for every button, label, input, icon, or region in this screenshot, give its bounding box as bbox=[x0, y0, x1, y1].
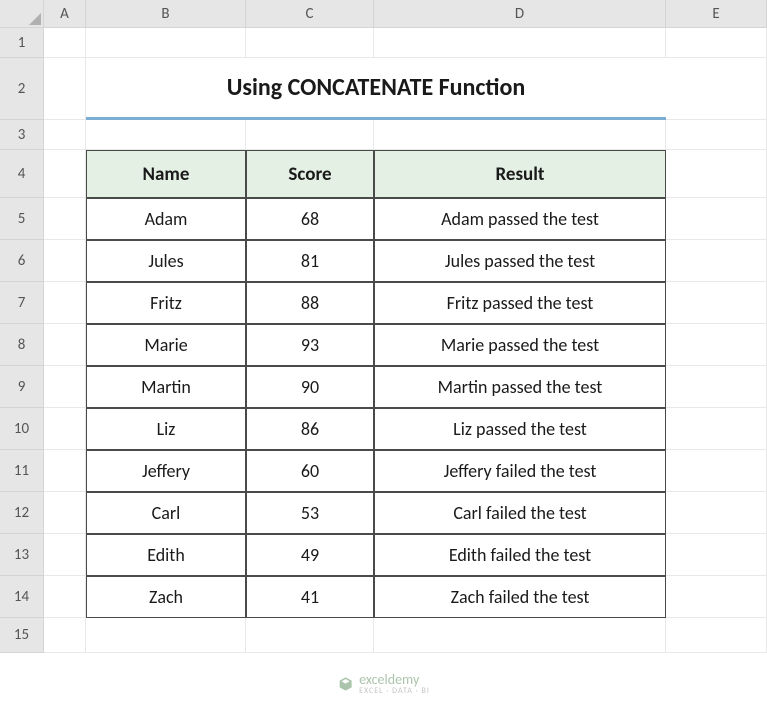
cell-b3[interactable] bbox=[86, 120, 246, 150]
table-cell-name[interactable]: Adam bbox=[86, 198, 246, 240]
cell-e13[interactable] bbox=[666, 534, 767, 576]
cell-a6[interactable] bbox=[44, 240, 86, 282]
cell-d1[interactable] bbox=[374, 28, 666, 58]
cell-e12[interactable] bbox=[666, 492, 767, 534]
col-header-e[interactable]: E bbox=[666, 0, 767, 28]
row-header-6[interactable]: 6 bbox=[0, 240, 44, 282]
table-cell-score[interactable]: 49 bbox=[246, 534, 374, 576]
col-header-b[interactable]: B bbox=[86, 0, 246, 28]
table-cell-score[interactable]: 68 bbox=[246, 198, 374, 240]
row-header-14[interactable]: 14 bbox=[0, 576, 44, 618]
table-cell-name[interactable]: Jules bbox=[86, 240, 246, 282]
table-cell-result[interactable]: Edith failed the test bbox=[374, 534, 666, 576]
cell-a13[interactable] bbox=[44, 534, 86, 576]
cell-e7[interactable] bbox=[666, 282, 767, 324]
table-header-name[interactable]: Name bbox=[86, 150, 246, 198]
row-header-8[interactable]: 8 bbox=[0, 324, 44, 366]
table-cell-score[interactable]: 41 bbox=[246, 576, 374, 618]
table-cell-name[interactable]: Martin bbox=[86, 366, 246, 408]
cell-e11[interactable] bbox=[666, 450, 767, 492]
cell-e1[interactable] bbox=[666, 28, 767, 58]
row-header-9[interactable]: 9 bbox=[0, 366, 44, 408]
row-header-11[interactable]: 11 bbox=[0, 450, 44, 492]
cell-a8[interactable] bbox=[44, 324, 86, 366]
table-cell-name[interactable]: Liz bbox=[86, 408, 246, 450]
watermark-tagline: EXCEL · DATA · BI bbox=[359, 687, 430, 695]
col-header-d[interactable]: D bbox=[374, 0, 666, 28]
col-header-a[interactable]: A bbox=[44, 0, 86, 28]
cube-icon bbox=[337, 676, 353, 692]
cell-a1[interactable] bbox=[44, 28, 86, 58]
table-cell-result[interactable]: Martin passed the test bbox=[374, 366, 666, 408]
table-cell-result[interactable]: Jeffery failed the test bbox=[374, 450, 666, 492]
cell-e8[interactable] bbox=[666, 324, 767, 366]
table-cell-result[interactable]: Fritz passed the test bbox=[374, 282, 666, 324]
row-header-7[interactable]: 7 bbox=[0, 282, 44, 324]
cell-b15[interactable] bbox=[86, 618, 246, 653]
title-cell[interactable]: Using CONCATENATE Function bbox=[86, 58, 666, 120]
cell-a11[interactable] bbox=[44, 450, 86, 492]
table-cell-result[interactable]: Carl failed the test bbox=[374, 492, 666, 534]
cell-e6[interactable] bbox=[666, 240, 767, 282]
cell-e15[interactable] bbox=[666, 618, 767, 653]
watermark-brand: exceldemy bbox=[359, 673, 430, 687]
row-header-1[interactable]: 1 bbox=[0, 28, 44, 58]
table-cell-score[interactable]: 93 bbox=[246, 324, 374, 366]
col-header-c[interactable]: C bbox=[246, 0, 374, 28]
cell-e9[interactable] bbox=[666, 366, 767, 408]
cell-a15[interactable] bbox=[44, 618, 86, 653]
table-cell-result[interactable]: Marie passed the test bbox=[374, 324, 666, 366]
cell-e14[interactable] bbox=[666, 576, 767, 618]
table-cell-score[interactable]: 81 bbox=[246, 240, 374, 282]
spreadsheet-grid: A B C D E 1 2 Using CONCATENATE Function… bbox=[0, 0, 767, 653]
cell-e2[interactable] bbox=[666, 58, 767, 120]
table-cell-name[interactable]: Fritz bbox=[86, 282, 246, 324]
cell-e3[interactable] bbox=[666, 120, 767, 150]
cell-a2[interactable] bbox=[44, 58, 86, 120]
cell-d15[interactable] bbox=[374, 618, 666, 653]
cell-a3[interactable] bbox=[44, 120, 86, 150]
row-header-4[interactable]: 4 bbox=[0, 150, 44, 198]
cell-a5[interactable] bbox=[44, 198, 86, 240]
table-cell-score[interactable]: 90 bbox=[246, 366, 374, 408]
row-header-13[interactable]: 13 bbox=[0, 534, 44, 576]
row-header-10[interactable]: 10 bbox=[0, 408, 44, 450]
watermark: exceldemy EXCEL · DATA · BI bbox=[337, 673, 430, 695]
cell-e10[interactable] bbox=[666, 408, 767, 450]
table-cell-name[interactable]: Carl bbox=[86, 492, 246, 534]
cell-e4[interactable] bbox=[666, 150, 767, 198]
cell-a9[interactable] bbox=[44, 366, 86, 408]
row-header-2[interactable]: 2 bbox=[0, 58, 44, 120]
row-header-5[interactable]: 5 bbox=[0, 198, 44, 240]
cell-c3[interactable] bbox=[246, 120, 374, 150]
cell-a14[interactable] bbox=[44, 576, 86, 618]
cell-c15[interactable] bbox=[246, 618, 374, 653]
cell-a10[interactable] bbox=[44, 408, 86, 450]
cell-b1[interactable] bbox=[86, 28, 246, 58]
table-cell-result[interactable]: Liz passed the test bbox=[374, 408, 666, 450]
table-cell-name[interactable]: Zach bbox=[86, 576, 246, 618]
table-cell-result[interactable]: Jules passed the test bbox=[374, 240, 666, 282]
row-header-15[interactable]: 15 bbox=[0, 618, 44, 653]
table-cell-name[interactable]: Marie bbox=[86, 324, 246, 366]
table-cell-score[interactable]: 60 bbox=[246, 450, 374, 492]
cell-a7[interactable] bbox=[44, 282, 86, 324]
row-header-3[interactable]: 3 bbox=[0, 120, 44, 150]
cell-a4[interactable] bbox=[44, 150, 86, 198]
cell-a12[interactable] bbox=[44, 492, 86, 534]
cell-d3[interactable] bbox=[374, 120, 666, 150]
table-header-score[interactable]: Score bbox=[246, 150, 374, 198]
table-header-result[interactable]: Result bbox=[374, 150, 666, 198]
table-cell-name[interactable]: Jeffery bbox=[86, 450, 246, 492]
table-cell-result[interactable]: Adam passed the test bbox=[374, 198, 666, 240]
table-cell-result[interactable]: Zach failed the test bbox=[374, 576, 666, 618]
table-cell-name[interactable]: Edith bbox=[86, 534, 246, 576]
cell-c1[interactable] bbox=[246, 28, 374, 58]
cell-e5[interactable] bbox=[666, 198, 767, 240]
row-header-12[interactable]: 12 bbox=[0, 492, 44, 534]
table-cell-score[interactable]: 88 bbox=[246, 282, 374, 324]
table-cell-score[interactable]: 86 bbox=[246, 408, 374, 450]
table-cell-score[interactable]: 53 bbox=[246, 492, 374, 534]
select-all-corner[interactable] bbox=[0, 0, 44, 28]
